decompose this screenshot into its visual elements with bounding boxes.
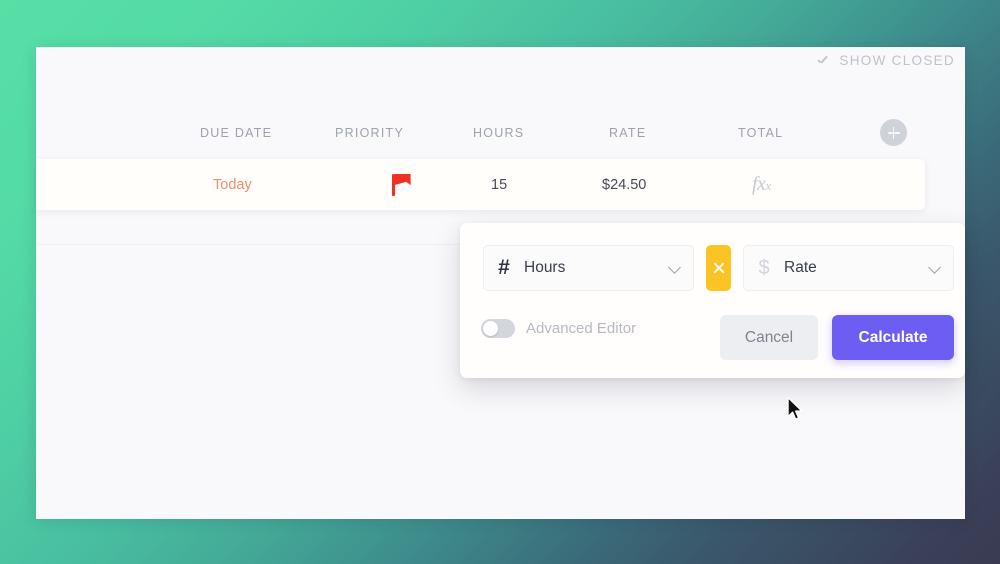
advanced-editor-toggle[interactable]: Advanced Editor bbox=[481, 319, 636, 338]
calculate-button[interactable]: Calculate bbox=[832, 315, 954, 360]
add-row-button[interactable] bbox=[880, 119, 907, 146]
multiply-operator-button[interactable] bbox=[706, 245, 731, 291]
formula-operand-right-value: Rate bbox=[784, 259, 817, 276]
column-header-priority: PRIORITY bbox=[335, 126, 405, 140]
cell-total[interactable]: fxx bbox=[752, 159, 771, 210]
toggle-knob bbox=[483, 321, 498, 336]
column-header-rate: RATE bbox=[609, 126, 647, 140]
dollar-icon: $ bbox=[758, 256, 770, 279]
formula-operand-right-select[interactable]: $ Rate bbox=[743, 245, 954, 291]
advanced-editor-label: Advanced Editor bbox=[526, 320, 637, 337]
screen: SHOW CLOSED DUE DATE PRIORITY HOURS RATE… bbox=[0, 0, 1000, 564]
red-flag-icon bbox=[392, 173, 412, 196]
column-header-hours: HOURS bbox=[473, 126, 525, 140]
cell-hours: 15 bbox=[491, 176, 508, 193]
table-row[interactable]: Today 15 $24.50 fxx bbox=[36, 159, 925, 210]
formula-fx-icon: fxx bbox=[752, 173, 771, 195]
cell-due-date: Today bbox=[213, 176, 252, 193]
toggle-switch[interactable] bbox=[481, 319, 515, 338]
cell-priority[interactable] bbox=[392, 159, 412, 210]
hash-icon: # bbox=[498, 256, 510, 279]
show-closed-toggle[interactable]: SHOW CLOSED bbox=[817, 50, 955, 70]
check-icon bbox=[817, 54, 830, 67]
formula-operand-left-select[interactable]: # Hours bbox=[483, 245, 694, 291]
cell-rate: $24.50 bbox=[602, 176, 647, 193]
column-header-due-date: DUE DATE bbox=[200, 126, 273, 140]
table-header: DUE DATE PRIORITY HOURS RATE TOTAL bbox=[36, 112, 965, 158]
chevron-down-icon bbox=[663, 261, 693, 275]
column-header-total: TOTAL bbox=[738, 126, 784, 140]
chevron-down-icon bbox=[923, 261, 953, 275]
formula-operand-left-value: Hours bbox=[524, 259, 566, 276]
show-closed-label: SHOW CLOSED bbox=[839, 52, 955, 68]
cancel-button[interactable]: Cancel bbox=[720, 315, 818, 360]
formula-editor-popup: # Hours $ Rate Advanced Editor Cancel Ca… bbox=[460, 223, 965, 378]
